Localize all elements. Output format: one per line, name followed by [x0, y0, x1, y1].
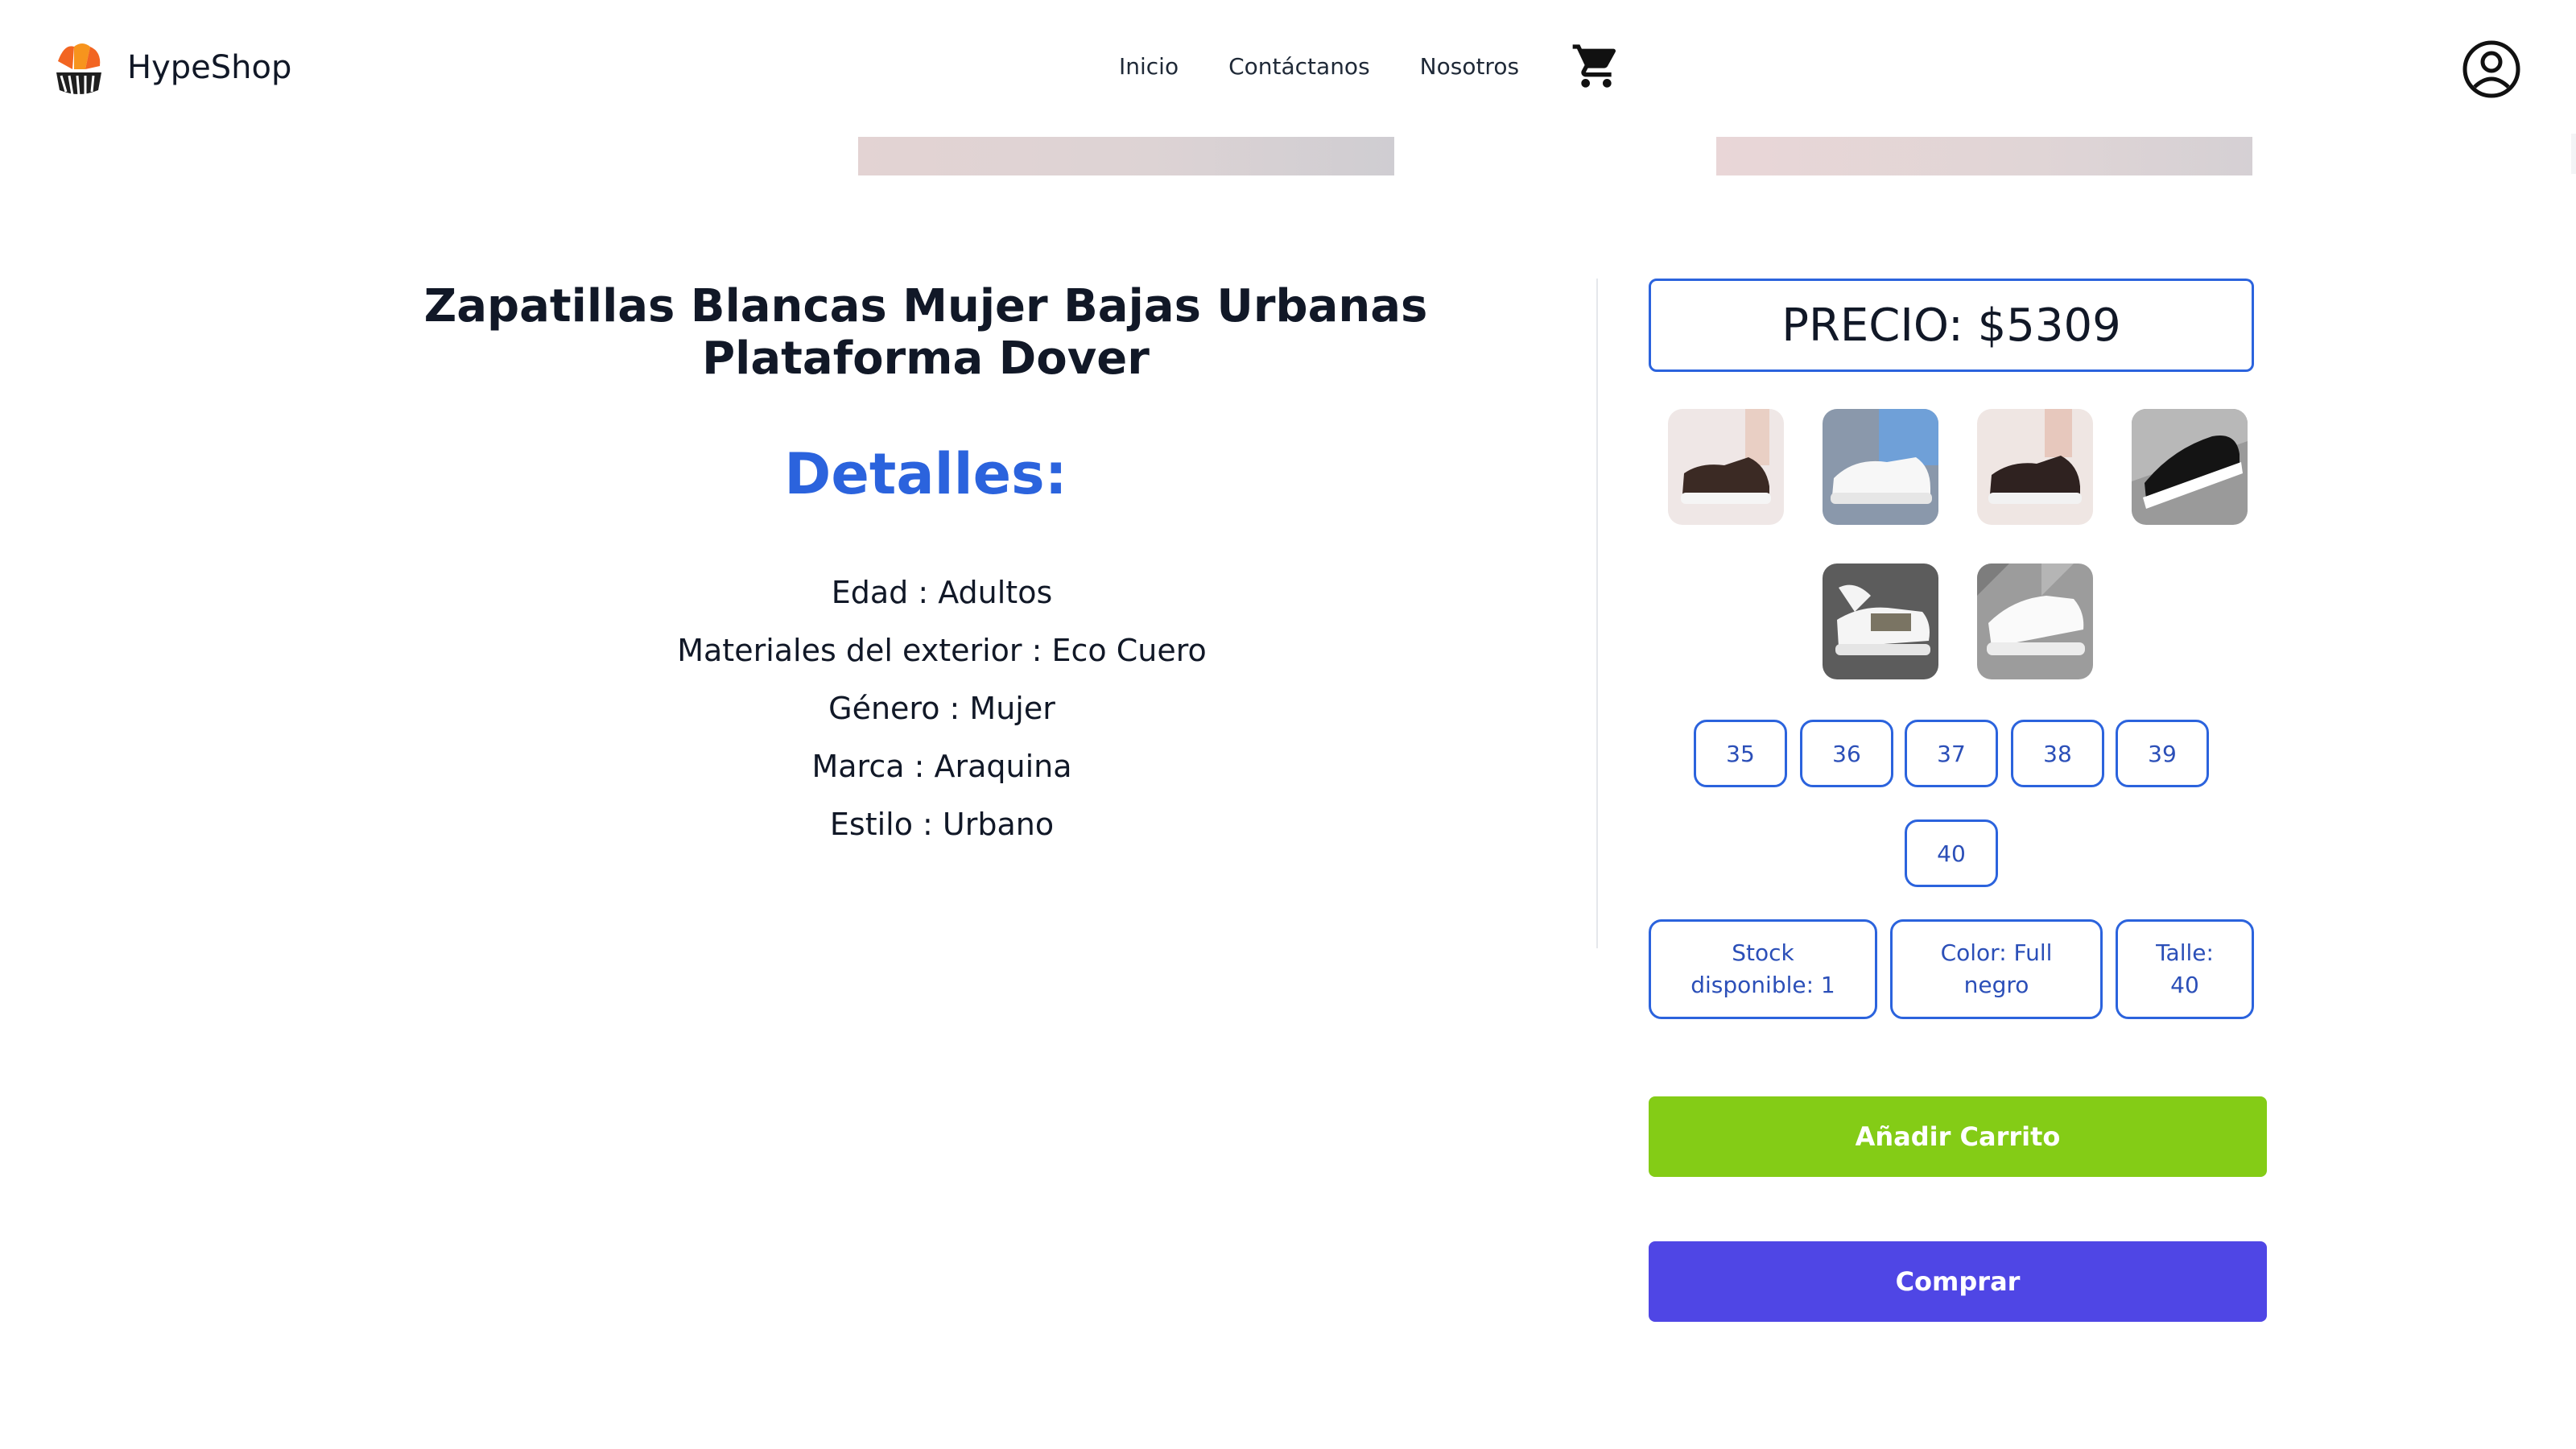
details-heading: Detalles:: [784, 441, 1067, 507]
nav-link-contactanos[interactable]: Contáctanos: [1228, 53, 1370, 80]
dark-brown-sneaker-thumbnail[interactable]: [1977, 409, 2093, 525]
user-account-icon[interactable]: [2461, 39, 2522, 100]
add-to-cart-button[interactable]: Añadir Carrito: [1649, 1096, 2267, 1177]
brown-sneaker-thumbnail[interactable]: [1668, 409, 1784, 525]
color-value: negro: [1963, 972, 2029, 998]
size-button-35[interactable]: 35: [1694, 720, 1787, 787]
color-info: Color: Full negro: [1890, 919, 2103, 1019]
size-button-38[interactable]: 38: [2011, 720, 2104, 787]
stock-value: disponible: 1: [1690, 972, 1835, 998]
product-title: Zapatillas Blancas Mujer Bajas Urbanas P…: [423, 280, 1428, 385]
detail-item: Marca : Araquina: [811, 749, 1072, 784]
buy-button[interactable]: Comprar: [1649, 1241, 2267, 1322]
size-button-40[interactable]: 40: [1905, 819, 1998, 887]
size-button-37[interactable]: 37: [1905, 720, 1998, 787]
white-khaki-sneaker-thumbnail[interactable]: [1823, 564, 1938, 679]
banner-image-strip: [1716, 137, 2252, 175]
white-sneaker-jeans-thumbnail[interactable]: [1823, 409, 1938, 525]
size-value: 40: [2170, 972, 2199, 998]
size-info: Talle: 40: [2116, 919, 2254, 1019]
top-navbar: HypeShop Inicio Contáctanos Nosotros: [0, 0, 2576, 137]
price-label: PRECIO: $5309: [1781, 299, 2121, 352]
black-sneaker-thumbnail[interactable]: [2132, 409, 2248, 525]
detail-item: Edad : Adultos: [831, 575, 1053, 610]
main-nav: Inicio Contáctanos Nosotros: [1119, 40, 1622, 92]
price-box: PRECIO: $5309: [1649, 279, 2254, 372]
stock-info: Stock disponible: 1: [1649, 919, 1877, 1019]
white-sneaker-street-thumbnail[interactable]: [1977, 564, 2093, 679]
size-button-39[interactable]: 39: [2116, 720, 2209, 787]
column-divider: [1596, 279, 1598, 948]
shopping-cart-icon[interactable]: [1571, 40, 1622, 92]
size-button-36[interactable]: 36: [1800, 720, 1893, 787]
nav-link-nosotros[interactable]: Nosotros: [1420, 53, 1519, 80]
detail-item: Estilo : Urbano: [829, 807, 1055, 842]
detail-item: Género : Mujer: [828, 691, 1055, 726]
detail-item: Materiales del exterior : Eco Cuero: [677, 633, 1207, 668]
brand-name: HypeShop: [127, 49, 292, 86]
hypeshop-logo-icon: [50, 37, 108, 98]
color-label: Color: Full: [1940, 939, 2053, 966]
nav-link-inicio[interactable]: Inicio: [1119, 53, 1179, 80]
banner-image-strip: [858, 137, 1394, 175]
brand[interactable]: HypeShop: [50, 37, 291, 98]
scrollbar[interactable]: [2571, 134, 2576, 174]
size-label: Talle:: [2156, 939, 2214, 966]
details-list: Edad : Adultos Materiales del exterior :…: [306, 568, 1578, 858]
stock-label: Stock: [1732, 939, 1794, 966]
